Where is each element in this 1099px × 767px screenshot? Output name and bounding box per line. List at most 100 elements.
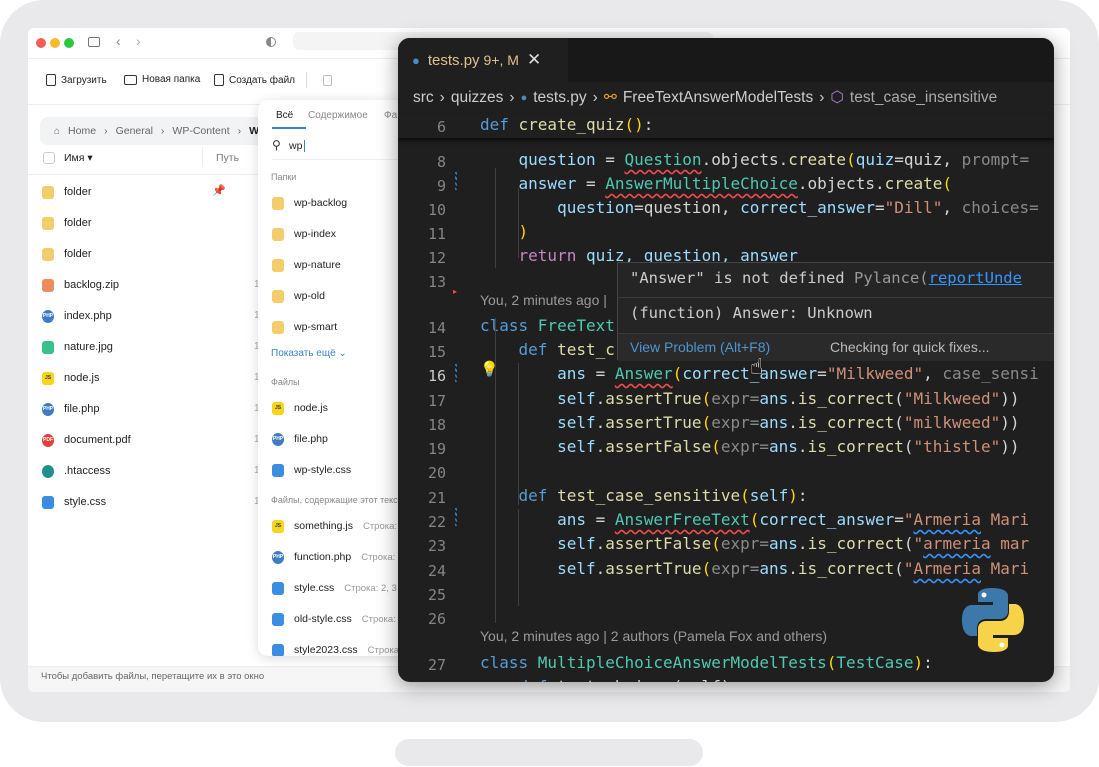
- breadcrumb-general[interactable]: General: [116, 125, 153, 137]
- content-result[interactable]: old-style.css Строка:: [272, 610, 396, 628]
- code-token: ": [903, 559, 914, 578]
- tab-all[interactable]: Всё: [276, 110, 293, 121]
- file-row[interactable]: PHP file.php: [42, 399, 99, 419]
- code-line[interactable]: question = Question.objects.create(quiz=…: [480, 150, 1030, 169]
- folder-file-icon: [42, 216, 54, 230]
- code-token: class: [480, 316, 538, 335]
- code-line[interactable]: ): [480, 222, 529, 241]
- sidebar-toggle-icon[interactable]: [88, 37, 100, 47]
- line-number: 22: [427, 513, 446, 531]
- content-result[interactable]: PHP function.php Строка:: [272, 548, 395, 566]
- code-token: (self):: [673, 677, 740, 682]
- back-icon[interactable]: ‹: [116, 33, 121, 49]
- folder-result[interactable]: wp-smart: [272, 318, 337, 336]
- code-line[interactable]: self.assertFalse(expr=ans.is_correct("th…: [480, 437, 1020, 456]
- file-result[interactable]: wp-style.css: [272, 461, 351, 479]
- indent-guide: [518, 363, 519, 505]
- content-result[interactable]: style2023.css Строка:: [272, 641, 402, 656]
- file-row[interactable]: JS node.js: [42, 368, 99, 388]
- file-result[interactable]: PHP file.php: [272, 430, 328, 448]
- folder-result[interactable]: wp-index: [272, 225, 336, 243]
- file-name: file.php: [294, 433, 328, 445]
- code-token: create: [788, 150, 847, 169]
- view-problem-link[interactable]: View Problem (Alt+F8): [630, 339, 770, 355]
- folder-name: wp-nature: [294, 259, 341, 271]
- file-row[interactable]: PDF document.pdf: [42, 430, 131, 450]
- file-row[interactable]: folder: [42, 213, 92, 233]
- git-blame-annotation[interactable]: You, 2 minutes ago |: [480, 292, 607, 308]
- content-result[interactable]: style.css Строка: 2, 3: [272, 579, 397, 597]
- new-folder-button[interactable]: Новая папка: [124, 74, 200, 85]
- maximize-window-button[interactable]: [64, 38, 74, 48]
- select-all-checkbox[interactable]: [43, 152, 55, 164]
- breadcrumb-home[interactable]: Home: [68, 125, 96, 137]
- lightbulb-icon[interactable]: 💡: [480, 360, 499, 378]
- css-file-icon: [272, 643, 284, 656]
- git-blame-annotation[interactable]: You, 2 minutes ago | 2 authors (Pamela F…: [480, 628, 827, 644]
- close-window-button[interactable]: [36, 38, 46, 48]
- code-token: assertTrue: [605, 413, 702, 432]
- folder-result[interactable]: wp-backlog: [272, 194, 347, 212]
- code-line[interactable]: self.assertTrue(expr=ans.is_correct("Mil…: [480, 389, 1019, 408]
- code-token: =: [817, 364, 827, 383]
- code-token: (: [903, 437, 914, 456]
- create-file-button[interactable]: Создать файл: [214, 74, 295, 86]
- tab-tests-py[interactable]: ● tests.py 9+, M ✕: [398, 38, 568, 82]
- code-line[interactable]: def create_quiz():: [480, 115, 653, 134]
- code-line[interactable]: def test_c: [480, 340, 615, 359]
- file-row[interactable]: nature.jpg: [42, 337, 113, 357]
- breadcrumb-wp-content[interactable]: WP-Content: [172, 125, 229, 137]
- code-token: )): [1000, 389, 1020, 408]
- code-line[interactable]: question=question, correct_answer="Dill"…: [480, 198, 1039, 217]
- code-token: :: [797, 486, 808, 505]
- folder-result[interactable]: wp-nature: [272, 256, 341, 274]
- code-line[interactable]: def test_choices(self):: [480, 677, 741, 682]
- folder-icon: [272, 320, 284, 334]
- forward-icon[interactable]: ›: [136, 33, 141, 49]
- upload-button[interactable]: Загрузить: [46, 74, 107, 86]
- clipboard-icon[interactable]: [323, 75, 332, 86]
- folders-section-label: Папки: [271, 172, 297, 182]
- code-line[interactable]: class MultipleChoiceAnswerModelTests(Tes…: [480, 653, 933, 672]
- code-line[interactable]: def test_case_sensitive(self):: [480, 486, 808, 505]
- close-icon[interactable]: ✕: [527, 50, 541, 70]
- minimize-window-button[interactable]: [50, 38, 60, 48]
- code-token: ans: [769, 534, 798, 553]
- tab-files[interactable]: Фа: [384, 110, 397, 121]
- name-column-header[interactable]: Имя ▾: [64, 152, 93, 164]
- code-line[interactable]: self.assertTrue(expr=ans.is_correct("mil…: [480, 413, 1019, 432]
- folder-result[interactable]: wp-old: [272, 287, 325, 305]
- search-input[interactable]: wp: [289, 140, 306, 152]
- code-token: )): [1000, 437, 1020, 456]
- pin-icon[interactable]: 📌: [212, 184, 226, 197]
- code-token: Armeria: [913, 510, 981, 529]
- file-row[interactable]: PHP index.php: [42, 306, 112, 326]
- content-result[interactable]: JS something.js Строка:: [272, 517, 397, 535]
- file-row[interactable]: backlog.zip: [42, 275, 119, 295]
- python-file-icon: ●: [412, 52, 420, 68]
- line-number: 8: [436, 153, 446, 171]
- code-token: expr=: [711, 389, 760, 408]
- path-column-header[interactable]: Путь: [216, 152, 239, 164]
- home-icon: ⌂: [54, 125, 61, 137]
- code-line[interactable]: self.assertTrue(expr=ans.is_correct("Arm…: [480, 559, 1029, 578]
- line-number: 16: [427, 367, 446, 385]
- code-line[interactable]: answer = AnswerMultipleChoice.objects.cr…: [480, 174, 953, 193]
- show-more-link[interactable]: Показать ещё ⌄: [271, 348, 347, 359]
- code-token: self: [749, 486, 789, 505]
- file-name: old-style.css: [294, 613, 352, 625]
- file-row[interactable]: folder: [42, 244, 92, 264]
- line-number: 24: [427, 562, 446, 580]
- error-marker-icon: ▸: [453, 287, 458, 296]
- folder-name: wp-smart: [294, 321, 338, 333]
- tab-content[interactable]: Содержимое: [308, 110, 368, 121]
- code-line[interactable]: self.assertFalse(expr=ans.is_correct("ar…: [480, 534, 1029, 553]
- code-line[interactable]: class FreeText: [480, 316, 615, 335]
- file-row[interactable]: folder: [42, 182, 92, 202]
- file-row[interactable]: style.css: [42, 492, 106, 512]
- code-token: )): [1000, 413, 1020, 432]
- file-result[interactable]: JS node.js: [272, 399, 328, 417]
- file-row[interactable]: .htaccess: [42, 461, 110, 481]
- code-line[interactable]: ans = AnswerFreeText(correct_answer="Arm…: [480, 510, 1029, 529]
- rule-link[interactable]: reportUnde: [929, 269, 1022, 287]
